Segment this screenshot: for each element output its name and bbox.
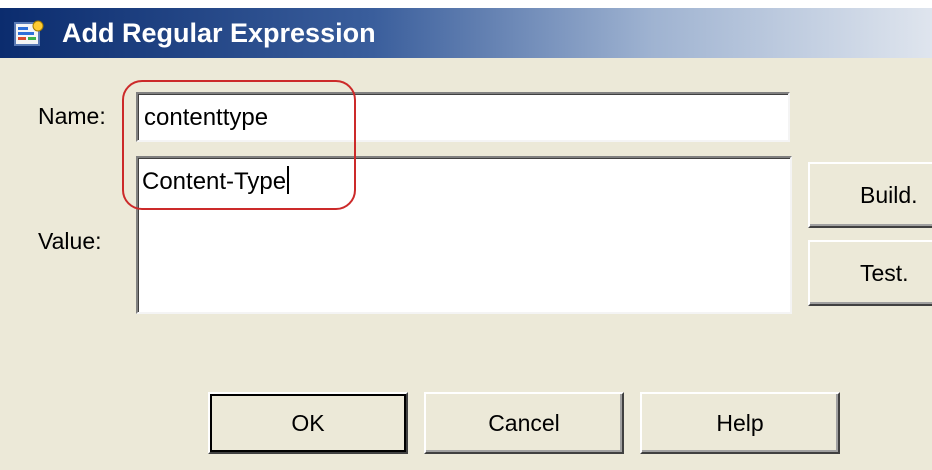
dialog-title: Add Regular Expression — [62, 18, 376, 48]
text-caret — [287, 166, 290, 194]
build-button[interactable]: Build. — [808, 162, 932, 228]
test-button[interactable]: Test. — [808, 240, 932, 306]
regex-dialog-icon — [14, 20, 44, 46]
name-field-value: contenttype — [144, 104, 269, 131]
cancel-button[interactable]: Cancel — [424, 392, 624, 454]
value-field[interactable]: Content-Type — [136, 156, 792, 314]
ok-button-label: OK — [291, 409, 325, 436]
dialog-titlebar[interactable]: Add Regular Expression — [0, 8, 932, 58]
name-label: Name: — [38, 103, 106, 129]
value-field-text: Content-Type — [142, 166, 290, 196]
value-field-value: Content-Type — [142, 168, 287, 195]
test-button-label: Test. — [860, 259, 909, 286]
help-button[interactable]: Help — [640, 392, 840, 454]
name-field[interactable]: contenttype — [136, 92, 790, 142]
value-label: Value: — [38, 228, 102, 254]
ok-button[interactable]: OK — [208, 392, 408, 454]
help-button-label: Help — [716, 409, 764, 436]
cancel-button-label: Cancel — [488, 409, 560, 436]
build-button-label: Build. — [860, 181, 918, 208]
